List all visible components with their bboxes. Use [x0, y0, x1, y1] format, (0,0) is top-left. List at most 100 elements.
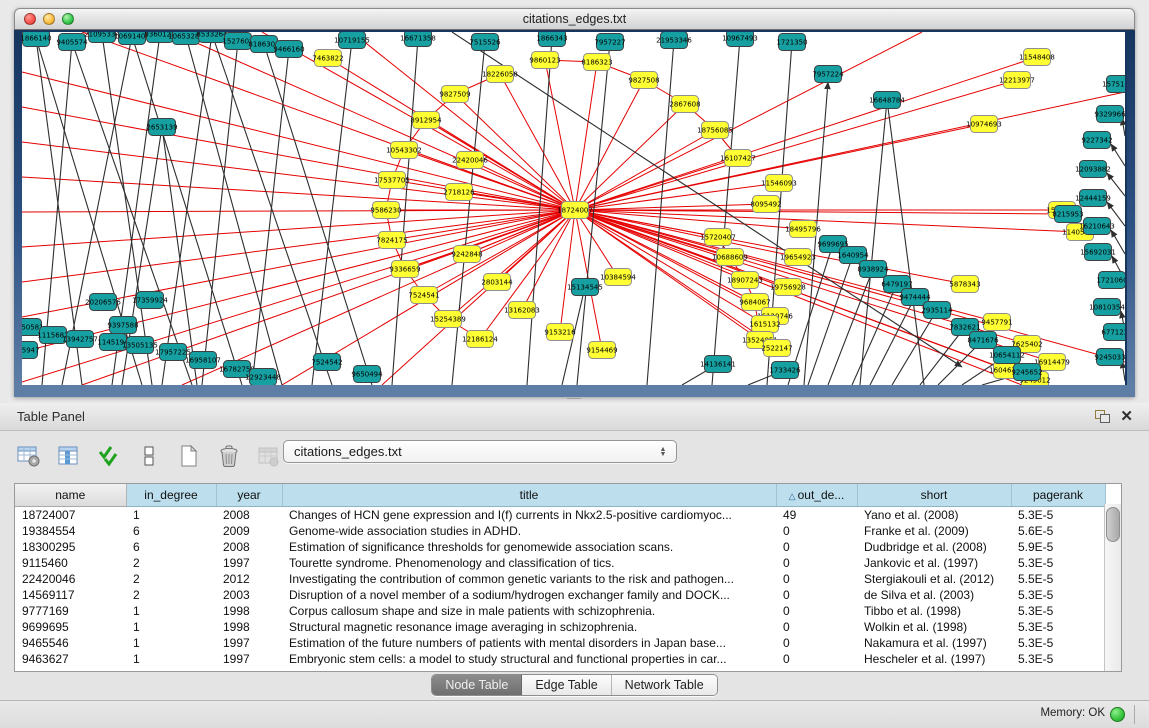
table-row[interactable]: 1456911722003Disruption of a novel membe…: [15, 587, 1105, 603]
table-cell[interactable]: 5.6E-5: [1011, 523, 1105, 539]
graph-edge[interactable]: [575, 183, 779, 210]
tab-network-table[interactable]: Network Table: [612, 675, 717, 695]
table-scrollbar[interactable]: [1104, 504, 1121, 671]
graph-node[interactable]: 10810354: [1089, 299, 1125, 316]
graph-edge[interactable]: [575, 32, 922, 210]
new-table-icon[interactable]: [176, 443, 202, 469]
table-cell[interactable]: Disruption of a novel member of a sodium…: [282, 587, 776, 603]
table-cell[interactable]: 1: [126, 635, 216, 651]
table-cell[interactable]: 1: [126, 651, 216, 667]
graph-node[interactable]: 5878343: [949, 276, 980, 293]
graph-node[interactable]: 9466160: [273, 41, 304, 58]
scrollbar-thumb[interactable]: [1106, 507, 1120, 542]
table-cell[interactable]: Estimation of the future numbers of pati…: [282, 635, 776, 651]
graph-node[interactable]: 14136141: [700, 356, 736, 373]
graph-node[interactable]: 15254389: [430, 311, 466, 328]
table-cell[interactable]: Embryonic stem cells: a model to study s…: [282, 651, 776, 667]
table-cell[interactable]: 2008: [216, 507, 282, 524]
graph-node[interactable]: 1733426: [769, 362, 801, 379]
graph-edge[interactable]: [500, 74, 575, 210]
table-cell[interactable]: 2008: [216, 539, 282, 555]
graph-node[interactable]: 16210643: [1079, 218, 1115, 235]
table-cell[interactable]: 2009: [216, 523, 282, 539]
graph-edge[interactable]: [186, 36, 282, 385]
graph-edge[interactable]: [252, 49, 289, 385]
graph-node[interactable]: 8912954: [410, 112, 442, 129]
graph-node[interactable]: 8186323: [581, 54, 612, 71]
table-cell[interactable]: Wolkin et al. (1998): [857, 619, 1011, 635]
table-cell[interactable]: 9465546: [15, 635, 126, 651]
table-cell[interactable]: 1997: [216, 555, 282, 571]
table-cell[interactable]: 6: [126, 539, 216, 555]
graph-node[interactable]: 15720407: [700, 229, 736, 246]
table-cell[interactable]: 1997: [216, 651, 282, 667]
graph-node[interactable]: 9242848: [451, 246, 482, 263]
table-cell[interactable]: Franke et al. (2009): [857, 523, 1011, 539]
table-cell[interactable]: Structural magnetic resonance image aver…: [282, 619, 776, 635]
float-panel-icon[interactable]: [1095, 410, 1110, 423]
column-header-title[interactable]: title: [282, 484, 776, 507]
graph-node[interactable]: 17359924: [132, 292, 168, 309]
graph-node[interactable]: 7524542: [311, 354, 342, 371]
table-cell[interactable]: 9699695: [15, 619, 126, 635]
table-row[interactable]: 1938455462009Genome-wide association stu…: [15, 523, 1105, 539]
table-cell[interactable]: 1: [126, 507, 216, 524]
table-cell[interactable]: Stergiakouli et al. (2012): [857, 571, 1011, 587]
table-cell[interactable]: Investigating the contribution of common…: [282, 571, 776, 587]
table-cell[interactable]: Genome-wide association studies in ADHD.: [282, 523, 776, 539]
graph-node[interactable]: 9650494: [351, 366, 383, 383]
graph-node[interactable]: 15134545: [567, 279, 603, 296]
table-cell[interactable]: 18724007: [15, 507, 126, 524]
graph-node[interactable]: 19756928: [770, 279, 806, 296]
close-panel-icon[interactable]: ✕: [1120, 410, 1133, 423]
table-row[interactable]: 969969511998Structural magnetic resonanc…: [15, 619, 1105, 635]
graph-node[interactable]: 9827509: [439, 86, 470, 103]
graph-node[interactable]: 16648784: [869, 92, 905, 109]
table-cell[interactable]: 0: [776, 603, 857, 619]
graph-node[interactable]: 1866343: [536, 32, 567, 47]
graph-node[interactable]: 7463822: [312, 50, 343, 67]
graph-node[interactable]: 1721350: [776, 34, 807, 51]
table-cell[interactable]: 5.3E-5: [1011, 587, 1105, 603]
graph-edge[interactable]: [202, 41, 238, 385]
graph-edge[interactable]: [1107, 173, 1125, 196]
graph-node[interactable]: 13162083: [504, 302, 540, 319]
graph-node[interactable]: 2803144: [481, 274, 513, 291]
graph-edge[interactable]: [22, 210, 575, 212]
graph-edge[interactable]: [647, 40, 674, 385]
table-cell[interactable]: 18300295: [15, 539, 126, 555]
table-row[interactable]: 1872400712008Changes of HCN gene express…: [15, 507, 1105, 524]
graph-node[interactable]: 1866140: [22, 32, 52, 47]
graph-edge[interactable]: [575, 92, 1125, 210]
graph-edge[interactable]: [808, 255, 853, 385]
table-cell[interactable]: 0: [776, 555, 857, 571]
table-cell[interactable]: 5.5E-5: [1011, 571, 1105, 587]
graph-node[interactable]: 7515526: [469, 34, 501, 51]
column-header-pagerank[interactable]: pagerank: [1011, 484, 1105, 507]
table-cell[interactable]: Tibbo et al. (1998): [857, 603, 1011, 619]
graph-edge[interactable]: [887, 100, 924, 385]
graph-node[interactable]: 16958107: [185, 352, 221, 369]
table-cell[interactable]: 0: [776, 635, 857, 651]
graph-node[interactable]: 12923448: [245, 369, 281, 386]
graph-node[interactable]: 9153216: [544, 324, 576, 341]
table-cell[interactable]: 2: [126, 555, 216, 571]
table-cell[interactable]: 1: [126, 619, 216, 635]
graph-node[interactable]: 19654923: [780, 249, 816, 266]
graph-node[interactable]: 1721060: [1096, 272, 1125, 289]
table-cell[interactable]: Jankovic et al. (1997): [857, 555, 1011, 571]
graph-node[interactable]: 15692031: [1080, 244, 1116, 261]
graph-node[interactable]: 18756085: [697, 122, 733, 139]
graph-node[interactable]: 15751074: [1102, 76, 1125, 93]
table-cell[interactable]: 1: [126, 603, 216, 619]
graph-node[interactable]: 16107427: [720, 150, 756, 167]
table-cell[interactable]: 14569117: [15, 587, 126, 603]
graph-node[interactable]: 10384594: [600, 269, 636, 286]
graph-node[interactable]: 10543302: [386, 142, 422, 159]
graph-node[interactable]: 16671358: [400, 32, 436, 47]
graph-edge[interactable]: [162, 34, 212, 385]
graph-node[interactable]: 2522147: [761, 340, 792, 357]
table-cell[interactable]: Changes of HCN gene expression and I(f) …: [282, 507, 776, 524]
table-settings-icon[interactable]: [16, 443, 42, 469]
graph-node[interactable]: 11548408: [1019, 49, 1055, 66]
